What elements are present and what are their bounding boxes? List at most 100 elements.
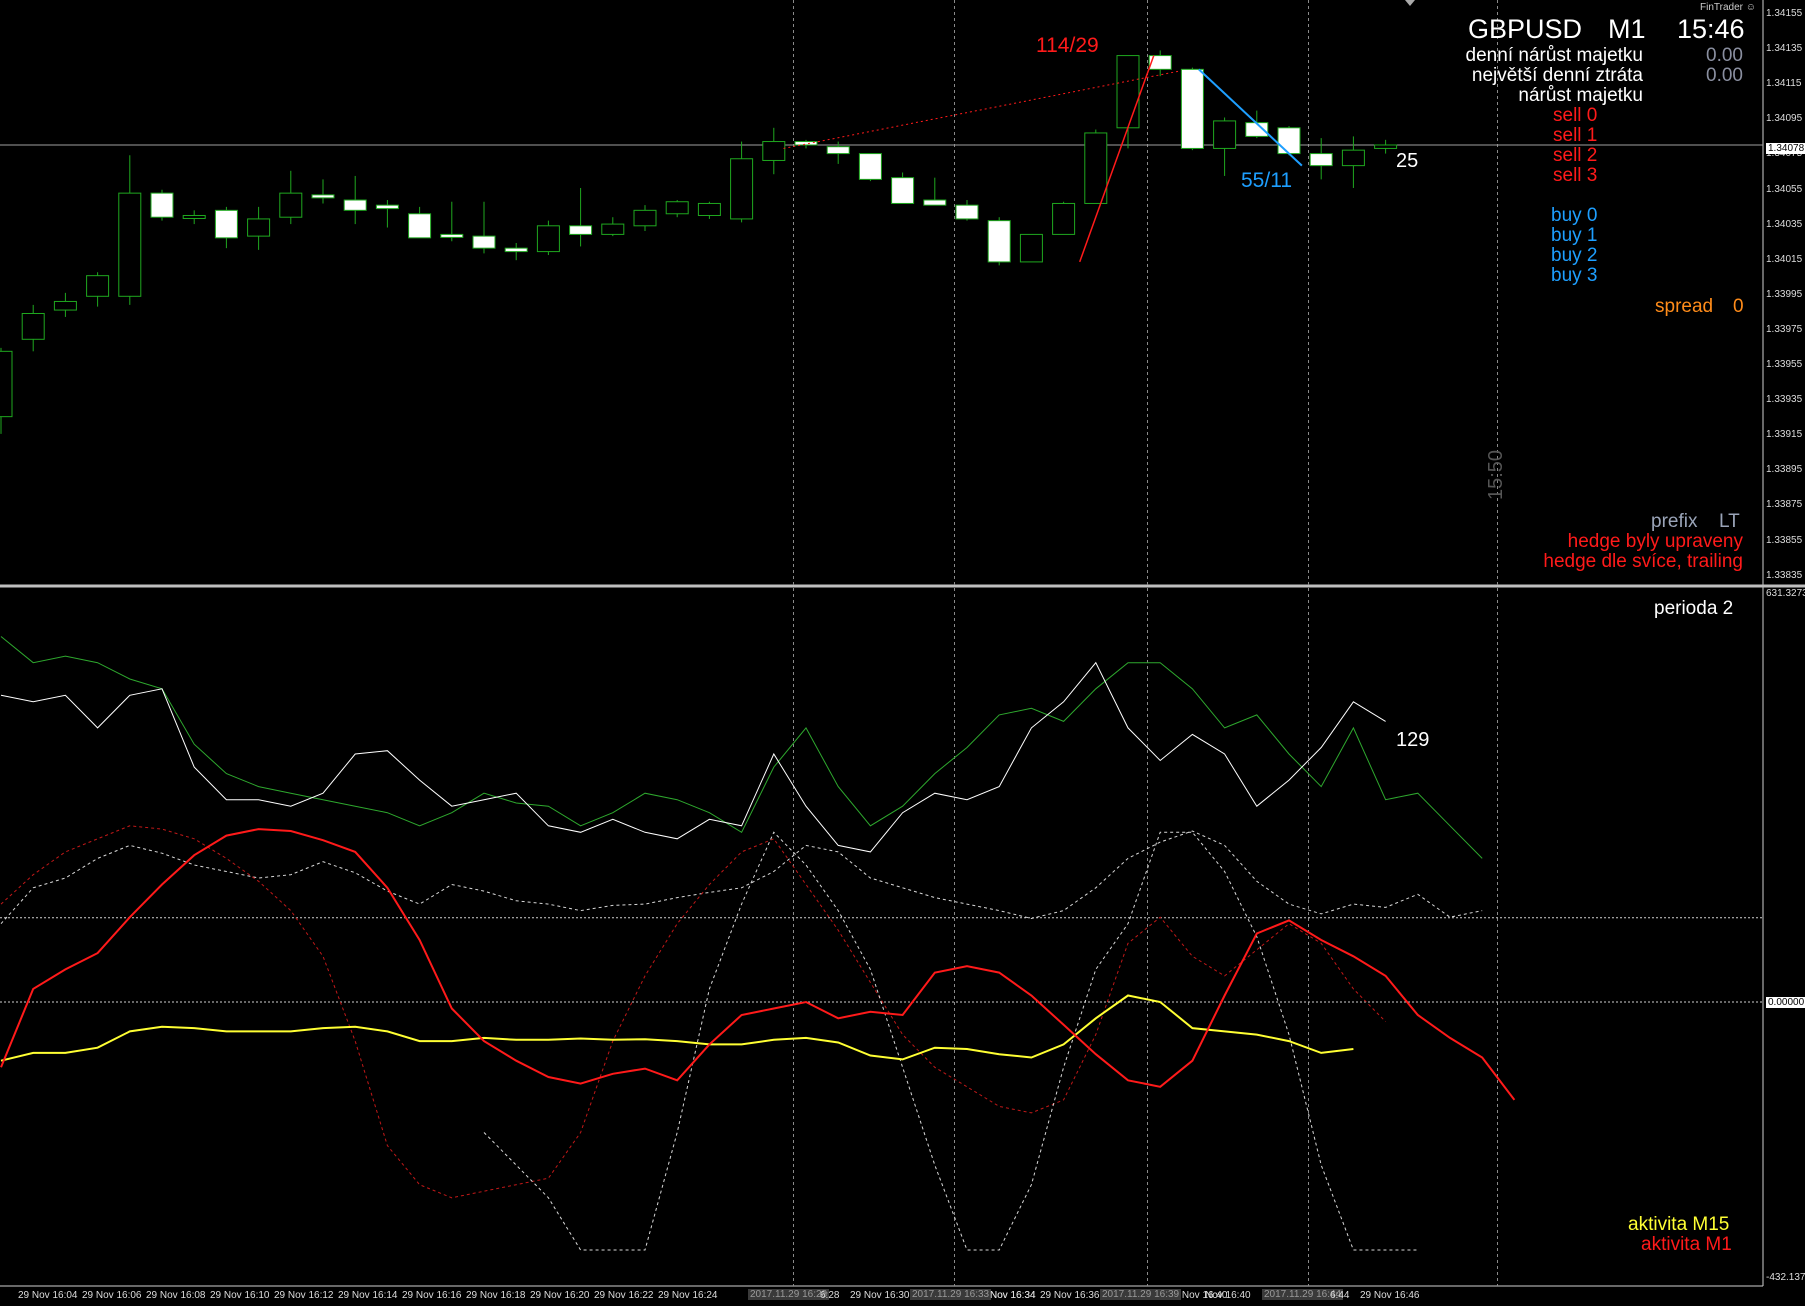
price-axis-label: 1.33975 bbox=[1766, 323, 1803, 335]
candle-body bbox=[375, 204, 399, 210]
equity-growth-label: nárůst majetku bbox=[1518, 85, 1643, 106]
candle-body bbox=[1052, 202, 1076, 235]
time-axis-label-partial: 29 Nov 16:30 bbox=[850, 1290, 910, 1301]
price-level-label: 25 bbox=[1396, 150, 1419, 172]
indicator-level-label: 129 bbox=[1396, 729, 1430, 751]
sell-0: sell 0 bbox=[1553, 105, 1598, 126]
price-axis-label: 1.34055 bbox=[1766, 183, 1803, 195]
price-axis-label: 1.34135 bbox=[1766, 43, 1803, 55]
time-axis-label: 29 Nov 16:06 bbox=[82, 1290, 142, 1301]
buy-2: buy 2 bbox=[1551, 245, 1598, 266]
candle-body bbox=[472, 235, 496, 249]
candle-body bbox=[343, 199, 367, 211]
daily-growth-label: denní nárůst majetku bbox=[1465, 45, 1643, 66]
buy-1: buy 1 bbox=[1551, 225, 1598, 246]
candle-body bbox=[247, 218, 271, 237]
price-axis-label: 1.33895 bbox=[1766, 464, 1803, 476]
max-daily-loss-label: největší denní ztráta bbox=[1471, 65, 1643, 86]
prefix-label: prefix bbox=[1651, 511, 1698, 532]
candle-body bbox=[1084, 132, 1108, 204]
candle-body bbox=[826, 146, 850, 155]
brand-label: FinTrader ☺ bbox=[1700, 2, 1756, 13]
blue-trade-label: 55/11 bbox=[1241, 169, 1292, 192]
time-axis-label: 29 Nov 16:46 bbox=[1360, 1290, 1420, 1301]
hedge-status-1: hedge byly upraveny bbox=[1567, 531, 1743, 552]
price-axis-label: 1.34115 bbox=[1766, 78, 1802, 90]
candle-body bbox=[1277, 127, 1301, 155]
spread-label: spread bbox=[1655, 296, 1714, 317]
buy-3: buy 3 bbox=[1551, 265, 1598, 286]
time-axis-label-partial: 6:28 bbox=[820, 1290, 840, 1301]
candle-body bbox=[697, 202, 721, 216]
price-axis-label: 1.33955 bbox=[1766, 359, 1803, 370]
candle-body bbox=[182, 214, 206, 219]
time-axis-label: 29 Nov 16:04 bbox=[18, 1290, 78, 1301]
trading-chart[interactable] bbox=[0, 0, 1805, 1306]
time-axis-label-partial: Nov 16:40 bbox=[1205, 1290, 1251, 1301]
legend-m15: aktivita M15 bbox=[1628, 1214, 1730, 1235]
price-axis-label: 1.33935 bbox=[1766, 394, 1803, 406]
time-axis-label-partial: Nov 16:34 bbox=[990, 1290, 1036, 1301]
candle-body bbox=[150, 192, 174, 218]
candle-body bbox=[1019, 233, 1043, 263]
candle-body bbox=[86, 275, 110, 297]
time-axis-marker-label: 2017.11.29 16:28 bbox=[748, 1289, 830, 1300]
price-pane bbox=[0, 50, 1763, 434]
candle-body bbox=[214, 209, 238, 239]
time-axis-label: 29 Nov 16:24 bbox=[658, 1290, 718, 1301]
sell-3: sell 3 bbox=[1553, 165, 1598, 186]
candle-body bbox=[987, 220, 1011, 263]
candle-body bbox=[955, 204, 979, 220]
time-axis-marker-label: 2017.11.29 16:39 bbox=[1100, 1289, 1182, 1300]
candle-body bbox=[408, 213, 432, 239]
spread-value: 0 bbox=[1733, 296, 1744, 317]
candle-body bbox=[1309, 153, 1333, 167]
candle-body bbox=[1180, 68, 1204, 149]
candle-body bbox=[923, 199, 947, 206]
time-axis-label: 29 Nov 16:16 bbox=[402, 1290, 462, 1301]
time-axis-label: 29 Nov 16:18 bbox=[466, 1290, 526, 1301]
indicator-period-label: perioda 2 bbox=[1654, 598, 1734, 619]
red-trade-label: 114/29 bbox=[1036, 34, 1099, 57]
candle-body bbox=[1374, 144, 1398, 149]
sell-1: sell 1 bbox=[1553, 125, 1598, 146]
indicator-top-value: 631.3273 bbox=[1766, 588, 1805, 599]
candle-body bbox=[0, 350, 13, 418]
aux-white-dotted bbox=[0, 830, 1483, 925]
price-axis-label: 1.34035 bbox=[1766, 218, 1803, 230]
buy-0: buy 0 bbox=[1551, 205, 1598, 226]
time-axis-label: 29 Nov 16:12 bbox=[274, 1290, 334, 1301]
time-axis-label: 29 Nov 16:14 bbox=[338, 1290, 398, 1301]
candle-body bbox=[1341, 149, 1365, 167]
header-symbol: GBPUSD bbox=[1468, 14, 1583, 44]
price-axis-label: 1.33875 bbox=[1766, 499, 1803, 511]
time-axis-marker-label: 2017.11.29 16:33 bbox=[910, 1289, 992, 1300]
daily-growth-value: 0.00 bbox=[1706, 45, 1743, 66]
price-axis-label: 1.34155 bbox=[1766, 8, 1803, 19]
current-price-tag: 1.34078 bbox=[1766, 143, 1805, 154]
header-time: 15:46 bbox=[1677, 14, 1745, 44]
sell-2: sell 2 bbox=[1553, 145, 1598, 166]
time-axis-label: 29 Nov 16:20 bbox=[530, 1290, 590, 1301]
indicator-bottom-value: -432.1379 bbox=[1766, 1272, 1805, 1283]
time-axis-label-partial: 6:44 bbox=[1330, 1290, 1350, 1301]
header-timeframe: M1 bbox=[1608, 14, 1646, 44]
time-axis-label: 29 Nov 16:22 bbox=[594, 1290, 654, 1301]
aux-red-dotted bbox=[0, 825, 1386, 1199]
candle-body bbox=[504, 247, 528, 253]
vertical-time-label: 15:50 bbox=[1485, 449, 1507, 500]
candle-body bbox=[53, 300, 77, 311]
indicator-pane bbox=[0, 636, 1763, 1251]
candle-body bbox=[762, 141, 786, 161]
candle-body bbox=[891, 177, 915, 204]
buy-trade-line bbox=[1198, 68, 1303, 167]
series-aktivita-m15 bbox=[0, 994, 1354, 1062]
candle-body bbox=[440, 233, 464, 238]
candle-body bbox=[279, 192, 303, 218]
aux-white-dotted-2 bbox=[483, 831, 1418, 1251]
chart-shift-icon[interactable] bbox=[1405, 0, 1415, 6]
candle-body bbox=[858, 153, 882, 180]
legend-m1: aktivita M1 bbox=[1641, 1234, 1732, 1255]
max-daily-loss-value: 0.00 bbox=[1706, 65, 1743, 86]
prefix-value: LT bbox=[1719, 511, 1740, 532]
